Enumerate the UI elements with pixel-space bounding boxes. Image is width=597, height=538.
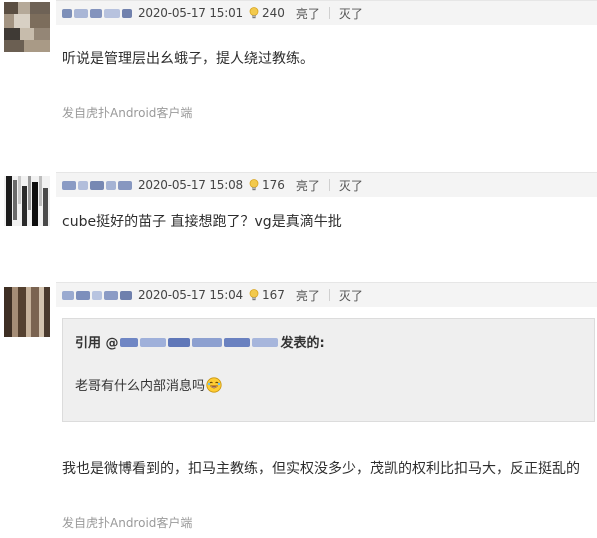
laughing-emoji-icon bbox=[206, 376, 222, 393]
light-button[interactable]: 亮了 bbox=[296, 287, 320, 304]
dark-button[interactable]: 灭了 bbox=[339, 177, 363, 194]
avatar[interactable] bbox=[4, 2, 50, 52]
post-content: 听说是管理层出幺蛾子，提人绕过教练。 bbox=[62, 51, 314, 67]
post-date: 2020-05-17 15:08 bbox=[138, 178, 243, 192]
quote-body: 老哥有什么内部消息吗 bbox=[75, 379, 206, 394]
avatar[interactable] bbox=[4, 176, 50, 226]
post-meta-bar: 2020-05-17 15:08 176 亮了 灭了 bbox=[56, 172, 597, 197]
light-button[interactable]: 亮了 bbox=[296, 5, 320, 22]
post-content: 我也是微博看到的，扣马主教练，但实权没多少，茂凯的权利比扣马大，反正挺乱的 bbox=[62, 461, 580, 477]
post-meta-bar: 2020-05-17 15:01 240 亮了 灭了 bbox=[56, 0, 597, 25]
dark-button[interactable]: 灭了 bbox=[339, 287, 363, 304]
username[interactable] bbox=[62, 289, 134, 301]
post-meta-bar: 2020-05-17 15:04 167 亮了 灭了 bbox=[56, 282, 597, 307]
post-date: 2020-05-17 15:01 bbox=[138, 6, 243, 20]
lightbulb-icon bbox=[249, 7, 259, 19]
quote-suffix: 发表的: bbox=[280, 336, 325, 351]
like-count: 167 bbox=[261, 288, 285, 302]
post-content: cube挺好的苗子 直接想跑了？vg是真滴牛批 bbox=[62, 214, 342, 230]
post-source: 发自虎扑Android客户端 bbox=[62, 516, 193, 530]
light-button[interactable]: 亮了 bbox=[296, 177, 320, 194]
quote-prefix: 引用 @ bbox=[75, 336, 119, 351]
avatar[interactable] bbox=[4, 287, 50, 337]
dark-button[interactable]: 灭了 bbox=[339, 5, 363, 22]
lightbulb-icon bbox=[249, 289, 259, 301]
quoted-username[interactable] bbox=[119, 336, 280, 348]
like-count: 176 bbox=[261, 178, 285, 192]
like-count: 240 bbox=[261, 6, 285, 20]
username[interactable] bbox=[62, 179, 134, 191]
quote-header: 引用 @ 发表的: bbox=[75, 332, 325, 351]
divider bbox=[328, 7, 330, 19]
username[interactable] bbox=[62, 7, 134, 19]
post-source: 发自虎扑Android客户端 bbox=[62, 106, 193, 120]
quote-text: 老哥有什么内部消息吗 bbox=[75, 375, 222, 394]
divider bbox=[328, 179, 330, 191]
post-date: 2020-05-17 15:04 bbox=[138, 288, 243, 302]
divider bbox=[328, 289, 330, 301]
lightbulb-icon bbox=[249, 179, 259, 191]
quote-block: 引用 @ 发表的: 老哥有什么内部消息吗 bbox=[62, 318, 595, 422]
